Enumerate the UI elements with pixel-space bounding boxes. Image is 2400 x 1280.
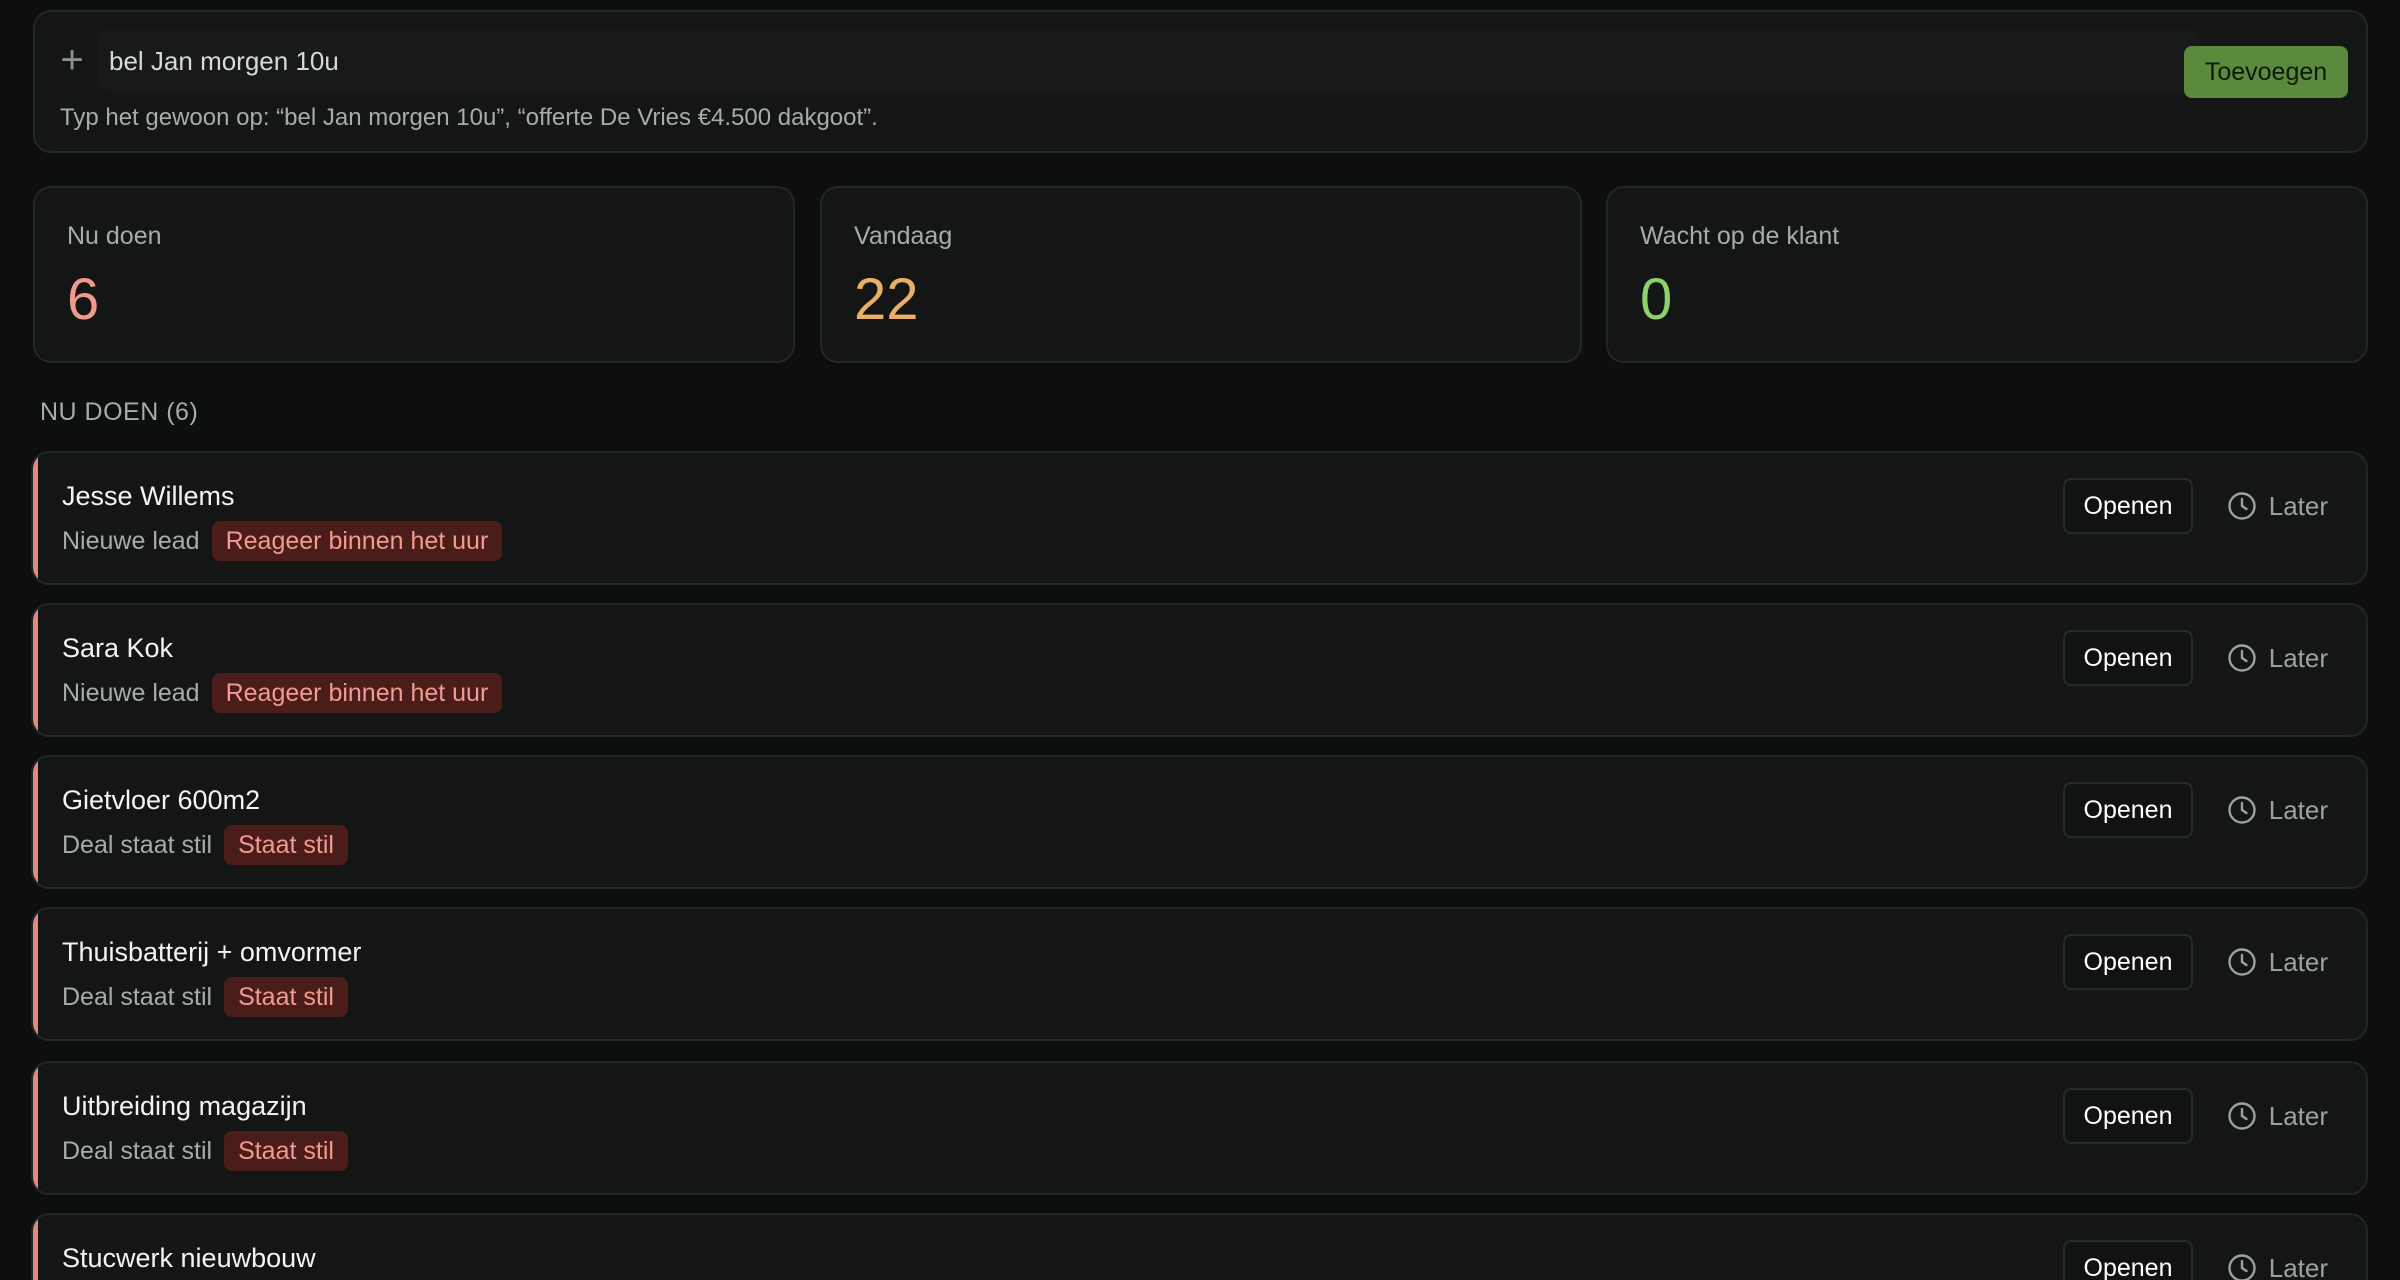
quick-add-panel: + Toevoegen Typ het gewoon op: “bel Jan … (33, 10, 2368, 153)
clock-icon (2228, 644, 2256, 672)
stat-value: 22 (854, 267, 919, 332)
task-title: Thuisbatterij + omvormer (62, 937, 362, 967)
later-label: Later (2268, 1252, 2328, 1280)
plus-icon[interactable]: + (53, 40, 91, 80)
task-badge: Reageer binnen het uur (211, 673, 503, 713)
task-subtitle: Nieuwe lead (62, 526, 200, 555)
task-meta: Deal staat stil Staat stil (62, 977, 348, 1017)
task-badge: Staat stil (224, 1131, 348, 1171)
task-meta: Deal staat stil Staat stil (62, 1131, 348, 1171)
stat-card-vandaag[interactable]: Vandaag 22 (820, 186, 1582, 363)
stat-value: 0 (1640, 267, 1673, 332)
stat-value: 6 (67, 267, 100, 332)
task-meta: Nieuwe lead Reageer binnen het uur (62, 673, 503, 713)
task-meta: Deal staat stil Staat stil (62, 825, 348, 865)
task-subtitle: Deal staat stil (62, 830, 213, 859)
task-meta: Nieuwe lead Reageer binnen het uur (62, 521, 503, 561)
later-button[interactable]: Later (2208, 478, 2328, 534)
task-title: Gietvloer 600m2 (62, 785, 261, 815)
task-accent-bar (33, 1063, 38, 1193)
task-card[interactable]: Thuisbatterij + omvormer Deal staat stil… (31, 907, 2368, 1041)
clock-icon (2228, 1254, 2256, 1280)
task-title: Uitbreiding magazijn (62, 1091, 307, 1121)
open-button[interactable]: Openen (2063, 934, 2193, 990)
task-card[interactable]: Uitbreiding magazijn Deal staat stil Sta… (31, 1061, 2368, 1195)
later-button[interactable]: Later (2208, 630, 2328, 686)
later-label: Later (2268, 794, 2328, 825)
later-label: Later (2268, 642, 2328, 673)
task-accent-bar (33, 605, 38, 735)
stat-card-nu-doen[interactable]: Nu doen 6 (33, 186, 795, 363)
later-label: Later (2268, 490, 2328, 521)
open-button[interactable]: Openen (2063, 630, 2193, 686)
later-button[interactable]: Later (2208, 782, 2328, 838)
later-button[interactable]: Later (2208, 934, 2328, 990)
quick-add-input-wrapper (99, 30, 2199, 92)
task-title: Stucwerk nieuwbouw (62, 1243, 316, 1273)
task-title: Jesse Willems (62, 481, 235, 511)
open-button[interactable]: Openen (2063, 1088, 2193, 1144)
task-subtitle: Deal staat stil (62, 1136, 213, 1165)
stat-label: Vandaag (854, 222, 953, 250)
task-badge: Reageer binnen het uur (211, 521, 503, 561)
later-button[interactable]: Later (2208, 1088, 2328, 1144)
quick-add-row: + Toevoegen (35, 30, 2366, 98)
task-subtitle: Nieuwe lead (62, 678, 200, 707)
open-button[interactable]: Openen (2063, 1240, 2193, 1280)
quick-add-input[interactable] (99, 30, 2199, 92)
later-label: Later (2268, 1100, 2328, 1131)
task-title: Sara Kok (62, 633, 174, 663)
task-accent-bar (33, 453, 38, 583)
open-button[interactable]: Openen (2063, 478, 2193, 534)
clock-icon (2228, 492, 2256, 520)
task-badge: Staat stil (224, 977, 348, 1017)
page: + Toevoegen Typ het gewoon op: “bel Jan … (0, 0, 2400, 1280)
stat-card-wacht-op-klant[interactable]: Wacht op de klant 0 (1606, 186, 2368, 363)
task-badge: Staat stil (224, 825, 348, 865)
add-button[interactable]: Toevoegen (2184, 46, 2348, 98)
section-title: NU DOEN (6) (40, 398, 199, 426)
task-accent-bar (33, 909, 38, 1039)
task-subtitle: Deal staat stil (62, 982, 213, 1011)
task-card[interactable]: Jesse Willems Nieuwe lead Reageer binnen… (31, 451, 2368, 585)
task-card[interactable]: Sara Kok Nieuwe lead Reageer binnen het … (31, 603, 2368, 737)
task-card[interactable]: Gietvloer 600m2 Deal staat stil Staat st… (31, 755, 2368, 889)
stat-label: Wacht op de klant (1640, 222, 1840, 250)
task-card[interactable]: Stucwerk nieuwbouw Openen Later (31, 1213, 2368, 1280)
quick-add-hint: Typ het gewoon op: “bel Jan morgen 10u”,… (60, 104, 878, 131)
later-label: Later (2268, 946, 2328, 977)
stat-label: Nu doen (67, 222, 162, 250)
task-accent-bar (33, 757, 38, 887)
clock-icon (2228, 1102, 2256, 1130)
open-button[interactable]: Openen (2063, 782, 2193, 838)
task-accent-bar (33, 1215, 38, 1280)
clock-icon (2228, 796, 2256, 824)
clock-icon (2228, 948, 2256, 976)
later-button[interactable]: Later (2208, 1240, 2328, 1280)
